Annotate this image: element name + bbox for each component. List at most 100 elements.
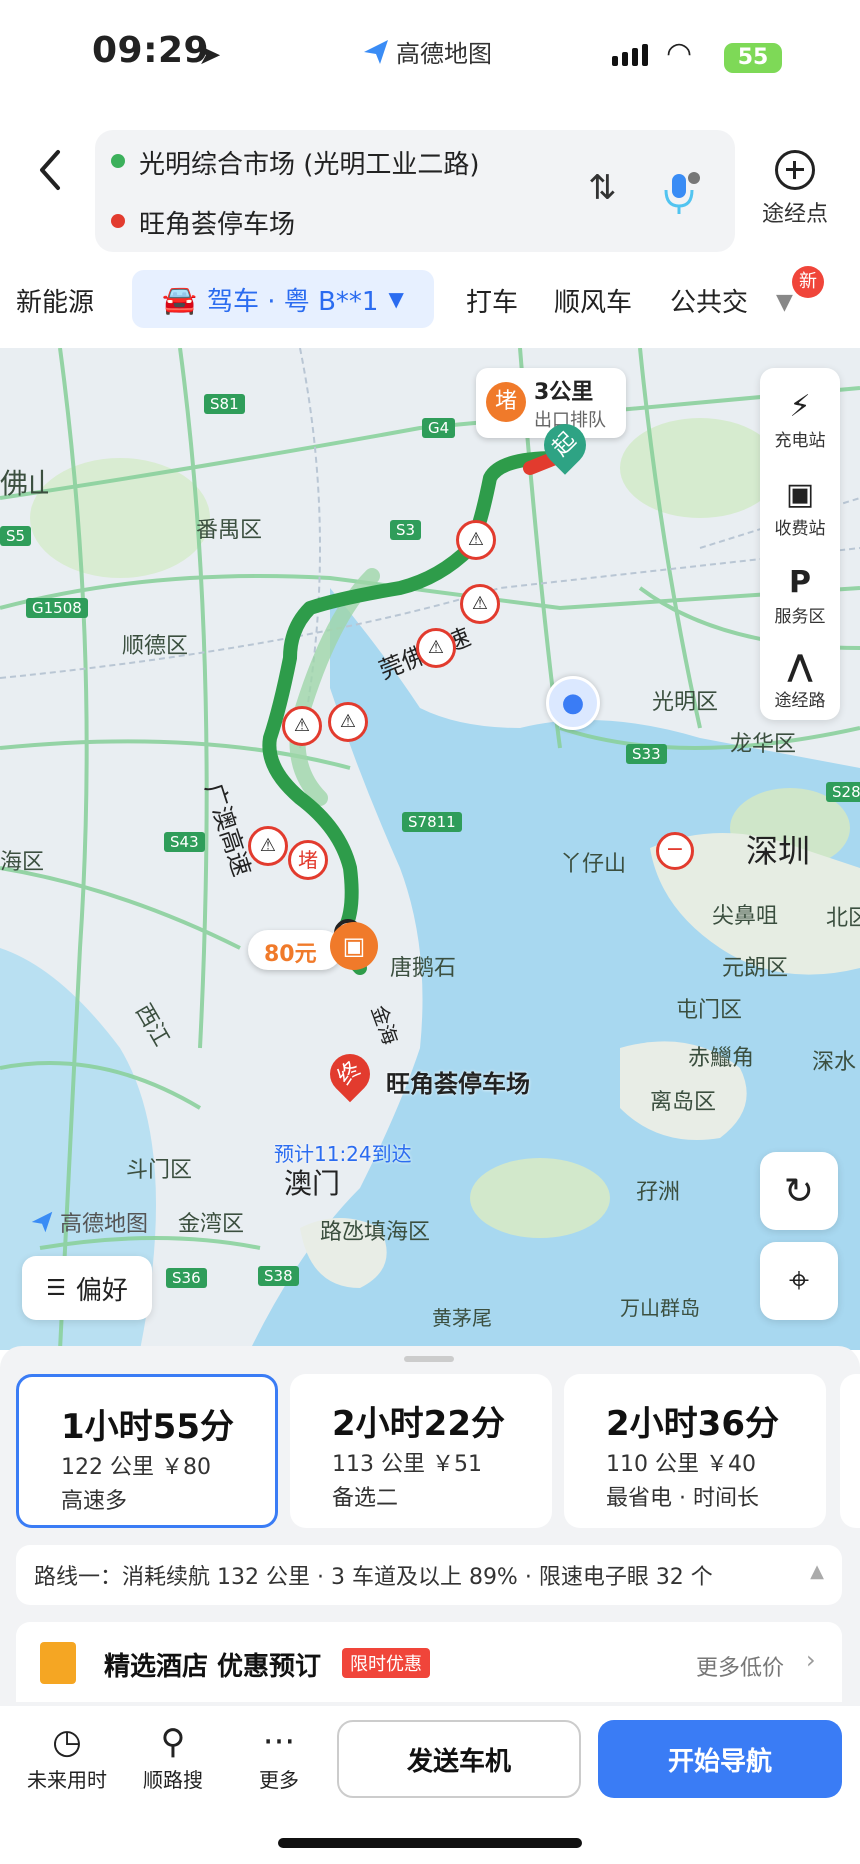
origin-dot [111,154,125,168]
tab-new-energy[interactable]: 新能源 [16,282,94,319]
route-card-peek[interactable] [840,1374,860,1528]
chevron-right-icon: › [806,1646,816,1674]
map-label-jinwan: 金湾区 [178,1212,245,1237]
charging-station-button[interactable]: ⚡ 充电站 [760,388,840,451]
map-label-guangming: 光明区 [652,690,719,715]
toll-station-label: 收费站 [774,519,826,539]
tab-taxi[interactable]: 打车 [466,282,518,319]
route-card-3[interactable]: 2小时36分 110 公里 ￥40 最省电 · 时间长 [564,1374,826,1528]
route-info-text: 路线一：消耗续航 132 公里 · 3 车道及以上 89% · 限速电子眼 32… [34,1565,713,1590]
more-tabs-chevron-icon[interactable]: ▼ [776,290,793,315]
voice-mic-icon[interactable] [660,170,700,220]
new-badge: 新 [792,266,824,298]
construction-icon[interactable]: ⚠ [328,702,368,742]
amap-logo-icon [31,1211,53,1233]
more-button[interactable]: ··· 更多 [234,1720,324,1793]
search-along-label: 顺路搜 [143,1768,203,1792]
tab-public-transit[interactable]: 公共交 [670,282,752,319]
road-shield: S5 [0,526,32,546]
camera-icon[interactable]: − [656,832,694,870]
map-label-shamshui: 深水 [812,1050,857,1075]
toll-station-icon: ▣ [785,477,815,512]
road-shield: S33 [626,744,667,764]
service-area-label: 服务区 [774,607,826,627]
toll-station-marker-icon[interactable]: ▣ [330,922,378,970]
status-app-brand: 高德地图 [362,34,492,69]
traffic-callout-distance: 3公里 [534,380,594,405]
map-label-yazaishan: 丫仔山 [560,852,627,877]
road-shield: S38 [258,1266,299,1286]
sheet-handle[interactable] [404,1356,454,1362]
chevron-up-icon: ▲ [810,1561,824,1582]
road-icon: ⋀ [787,649,813,684]
map-label-wanshan: 万山群岛 [620,1296,700,1320]
road-shield: S36 [166,1268,207,1288]
home-indicator[interactable] [278,1838,582,1848]
signal-icon [612,44,648,66]
map-label-panyu: 番禺区 [196,518,263,543]
locate-icon: ⌖ [788,1260,810,1301]
route-info-bar[interactable]: 路线一：消耗续航 132 公里 · 3 车道及以上 89% · 限速电子眼 32… [16,1545,842,1605]
route-tag: 最省电 · 时间长 [606,1486,759,1511]
map-label-chek-lap-kok: 赤鱲角 [688,1046,755,1071]
road-shield: G1508 [26,598,88,618]
refresh-button[interactable]: ↻ [760,1152,838,1230]
congestion-marker[interactable]: 堵 [288,840,328,880]
refresh-icon: ↻ [783,1170,815,1212]
map-label-shunde: 顺德区 [122,634,189,659]
wifi-icon: ◠ [666,36,693,71]
sliders-icon: ☰ [46,1275,66,1301]
map-label-doumen: 斗门区 [126,1158,193,1183]
hotel-badge: 限时优惠 [342,1648,430,1678]
construction-icon[interactable]: ⚠ [456,520,496,560]
swap-icon[interactable]: ⇅ [588,168,617,208]
service-area-button[interactable]: P 服务区 [760,564,840,627]
map-label-foshan: 佛山 [0,467,48,500]
map-label-north: 北区 [826,906,860,931]
construction-icon[interactable]: ⚠ [460,584,500,624]
waypoint-road-button[interactable]: ⋀ 途经路 [760,648,840,711]
tab-carpool[interactable]: 顺风车 [554,282,632,319]
more-dots-icon: ··· [262,1722,296,1762]
map-side-panel: ⚡ 充电站 ▣ 收费站 P 服务区 ⋀ 途经路 [760,368,840,720]
route-tag: 备选二 [332,1486,399,1511]
map-view[interactable] [0,348,860,1350]
car-icon: 🚘 [162,282,198,316]
road-shield: S81 [204,394,245,414]
route-duration: 1小时55分 [61,1407,234,1447]
tab-drive[interactable]: 🚘 驾车 · 粤 B**1 ▼ [132,270,434,328]
back-icon[interactable] [30,140,70,200]
construction-icon[interactable]: ⚠ [248,826,288,866]
preference-button[interactable]: ☰ 偏好 [22,1256,152,1320]
user-location-icon: ● [546,676,600,730]
toll-station-button[interactable]: ▣ 收费站 [760,476,840,539]
road-shield: G4 [422,418,456,438]
route-distance-cost: 122 公里 ￥80 [61,1455,211,1480]
toll-callout[interactable]: 80元 [248,930,342,970]
clock-icon: ◷ [52,1722,82,1762]
map-label-haiqu: 海区 [0,850,45,875]
send-to-car-button[interactable]: 发送车机 [337,1720,581,1798]
locate-button[interactable]: ⌖ [760,1242,838,1320]
road-shield: S3 [390,520,422,540]
amap-logo-icon [364,39,388,64]
preference-label: 偏好 [75,1275,128,1306]
map-watermark-label: 高德地图 [60,1212,149,1237]
construction-icon[interactable]: ⚠ [282,706,322,746]
destination-field[interactable]: 旺角荟停车场 [139,204,295,241]
add-waypoint-button[interactable]: 途经点 [760,150,830,228]
route-card-1[interactable]: 1小时55分 122 公里 ￥80 高速多 [16,1374,278,1528]
start-navigation-button[interactable]: 开始导航 [598,1720,842,1798]
charging-station-icon: ⚡ [789,389,811,424]
hotel-more-link[interactable]: 更多低价 [696,1650,784,1682]
map-label-huangmaowei: 黄茅尾 [432,1306,492,1330]
add-waypoint-label: 途经点 [761,202,828,227]
search-along-button[interactable]: ⚲ 顺路搜 [128,1720,218,1793]
map-label-jianbizui: 尖鼻咀 [712,904,779,929]
construction-icon[interactable]: ⚠ [416,628,456,668]
future-time-button[interactable]: ◷ 未来用时 [22,1720,112,1793]
route-card-2[interactable]: 2小时22分 113 公里 ￥51 备选二 [290,1374,552,1528]
origin-field[interactable]: 光明综合市场 (光明工业二路) [139,144,480,181]
hotel-banner[interactable]: 精选酒店 优惠预订 限时优惠 更多低价 › [16,1622,842,1702]
service-area-icon: P [789,565,811,600]
